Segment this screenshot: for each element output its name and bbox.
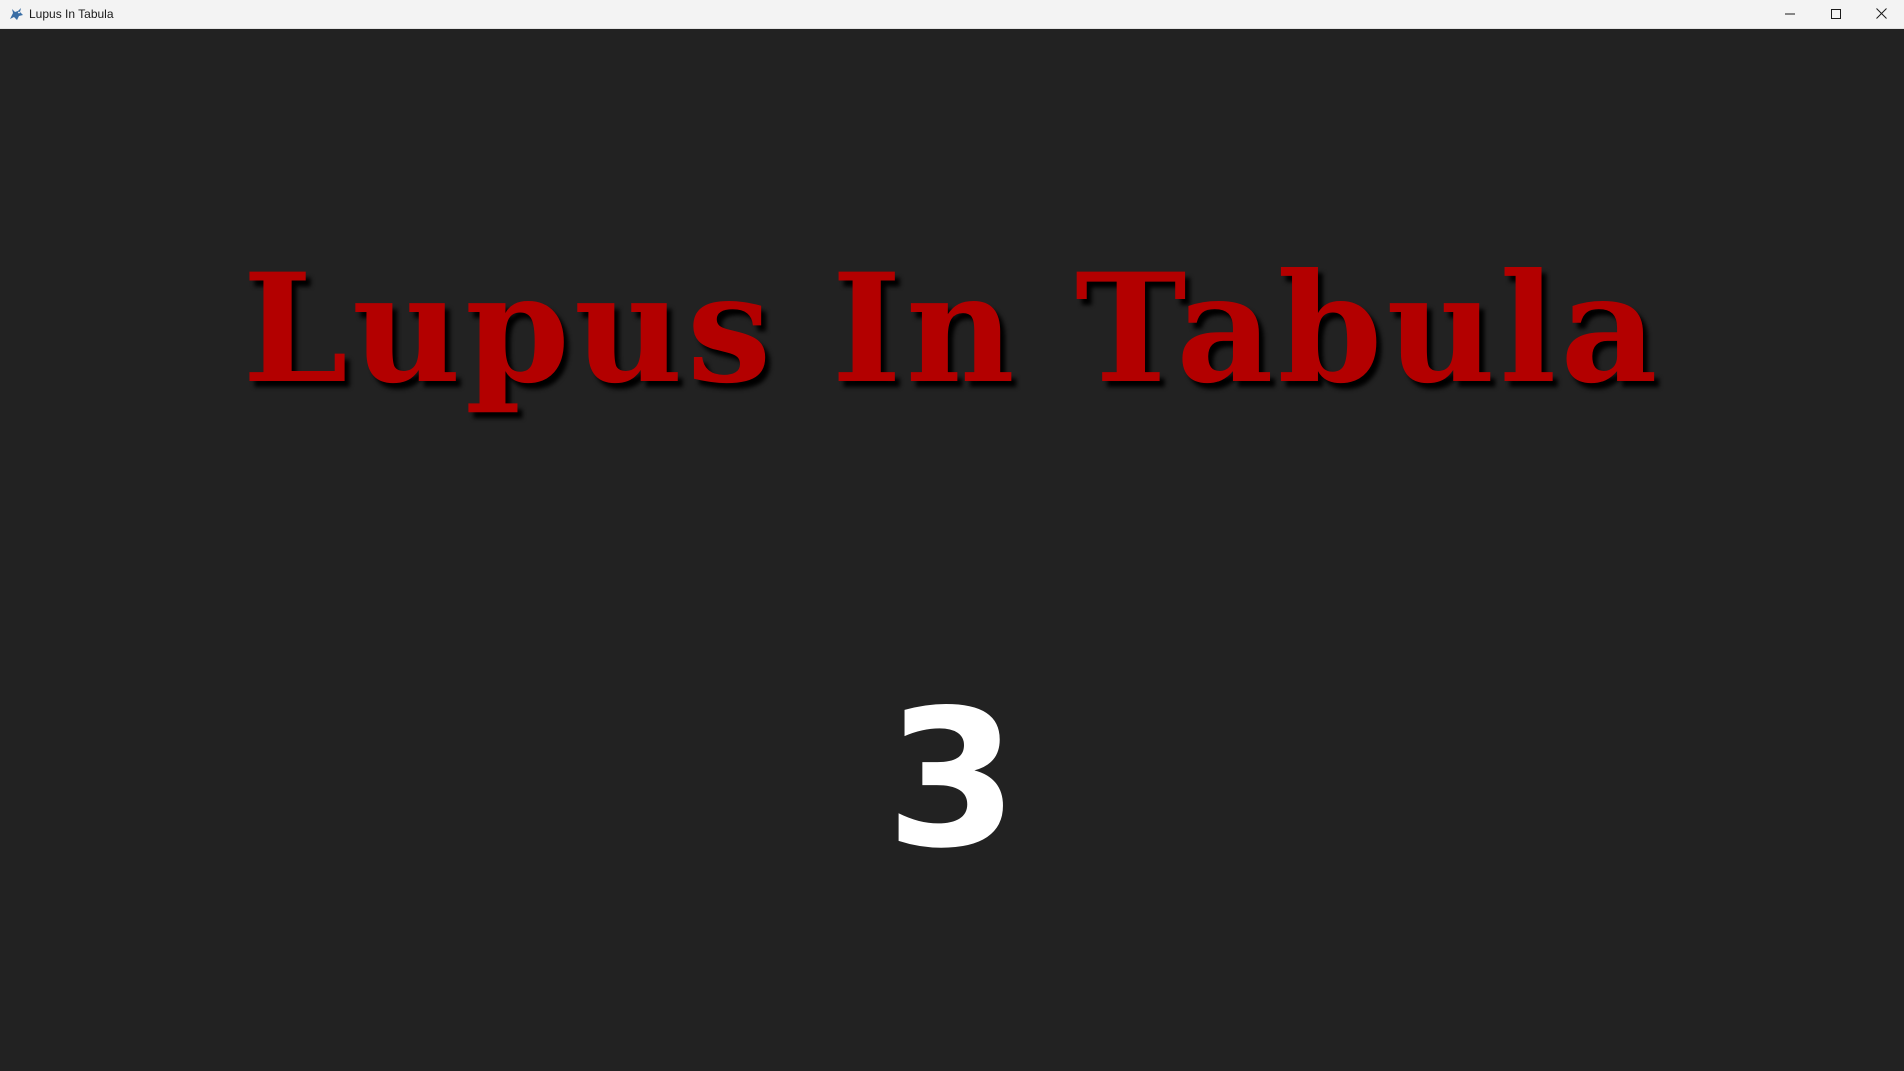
app-window: Lupus In Tabula Lupus In Tabula 3: [0, 0, 1904, 1071]
maximize-icon: [1831, 6, 1841, 24]
minimize-button[interactable]: [1767, 0, 1813, 29]
game-screen: Lupus In Tabula 3: [0, 29, 1904, 1071]
minimize-icon: [1785, 6, 1795, 24]
wolf-icon: [9, 7, 24, 22]
game-title: Lupus In Tabula: [242, 241, 1662, 417]
maximize-button[interactable]: [1813, 0, 1859, 29]
close-button[interactable]: [1858, 0, 1904, 29]
close-icon: [1875, 6, 1887, 24]
title-bar[interactable]: Lupus In Tabula: [0, 0, 1904, 29]
window-title: Lupus In Tabula: [29, 7, 114, 21]
countdown-number: 3: [885, 669, 1019, 890]
